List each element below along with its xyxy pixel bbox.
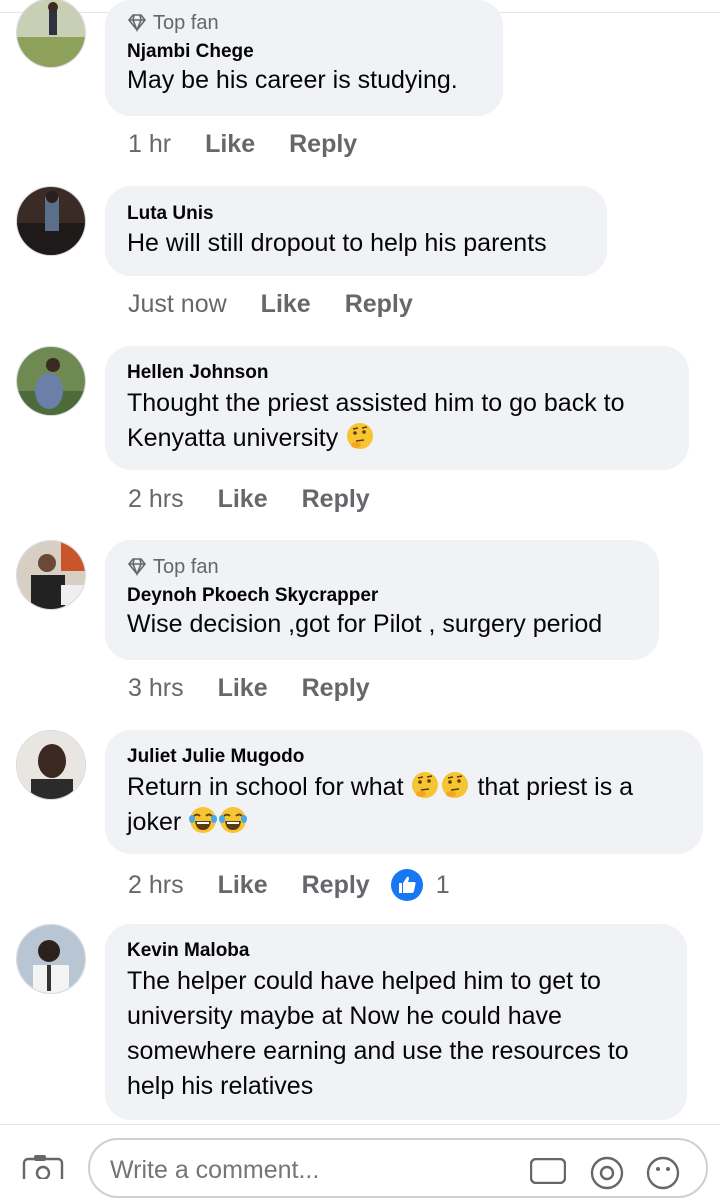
top-fan-badge: Top fan	[127, 556, 637, 578]
laughing-tears-icon	[219, 807, 248, 833]
like-button[interactable]: Like	[218, 871, 268, 900]
comment-text: May be his career is studying.	[127, 66, 458, 94]
diamond-icon	[127, 558, 147, 576]
gif-icon[interactable]	[530, 1158, 566, 1184]
comment-text: The helper could have helped him to get …	[127, 964, 665, 1104]
reply-button[interactable]: Reply	[302, 485, 370, 514]
comment-actions: 1 hr Like Reply	[128, 130, 391, 159]
comment-text-line: The helper could have helped him to get …	[127, 967, 601, 995]
comment-bubble: Top fan Deynoh Pkoech Skycrapper Wise de…	[105, 540, 659, 660]
comment-timestamp[interactable]: 1 hr	[128, 130, 171, 159]
comment-timestamp[interactable]: 3 hrs	[128, 674, 184, 703]
comment-text-line: somewhere earning and use the resources …	[127, 1037, 629, 1065]
reply-button[interactable]: Reply	[302, 674, 370, 703]
comment-bubble: Hellen Johnson Thought the priest assist…	[105, 346, 689, 470]
comment-author[interactable]: Njambi Chege	[127, 40, 481, 64]
comment-author[interactable]: Luta Unis	[127, 202, 585, 226]
like-button[interactable]: Like	[205, 130, 255, 159]
comment-text-line: Thought the priest assisted him to go ba…	[127, 389, 625, 417]
comment-text-line: university maybe at Now he could have	[127, 1002, 562, 1030]
reaction-count: 1	[435, 870, 450, 899]
badge-label: Top fan	[153, 11, 219, 34]
like-button[interactable]: Like	[261, 290, 311, 319]
comment-timestamp[interactable]: 2 hrs	[128, 871, 184, 900]
comment-actions: 2 hrs Like Reply	[128, 485, 404, 514]
sticker-icon[interactable]	[590, 1156, 624, 1190]
comment-text-line: help his relatives	[127, 1072, 314, 1100]
comment-text: He will still dropout to help his parent…	[127, 229, 547, 257]
comment-author[interactable]: Kevin Maloba	[127, 939, 665, 963]
thinking-face-icon	[442, 772, 469, 798]
avatar[interactable]	[16, 346, 86, 416]
comment-text-line: Return in school for what	[127, 773, 404, 801]
diamond-icon	[127, 14, 147, 32]
comment-actions: Just now Like Reply	[128, 290, 447, 319]
comment-bubble: Kevin Maloba The helper could have helpe…	[105, 924, 687, 1120]
reaction-summary[interactable]: 1	[390, 868, 450, 902]
laughing-tears-icon	[189, 807, 218, 833]
comment-text-line: Kenyatta university	[127, 424, 339, 452]
comment-author[interactable]: Deynoh Pkoech Skycrapper	[127, 584, 637, 608]
camera-icon[interactable]	[22, 1155, 66, 1179]
reply-button[interactable]: Reply	[345, 290, 413, 319]
comment-text-line: that priest is a	[477, 773, 634, 801]
reply-button[interactable]: Reply	[302, 871, 370, 900]
like-reaction-icon	[390, 869, 423, 901]
comment-text: Return in school for what that priest is…	[127, 770, 681, 840]
comment-timestamp[interactable]: Just now	[128, 290, 227, 319]
comment-text: Wise decision ,got for Pilot , surgery p…	[127, 610, 603, 638]
reply-button[interactable]: Reply	[289, 130, 357, 159]
like-button[interactable]: Like	[218, 674, 268, 703]
comment-bubble: Luta Unis He will still dropout to help …	[105, 186, 607, 276]
thinking-face-icon	[347, 423, 374, 449]
comment-input[interactable]	[108, 1154, 532, 1186]
comment-composer[interactable]	[88, 1138, 708, 1198]
avatar[interactable]	[16, 730, 86, 800]
thinking-face-icon	[412, 772, 439, 798]
top-fan-badge: Top fan	[127, 12, 481, 34]
comment-author[interactable]: Juliet Julie Mugodo	[127, 745, 681, 769]
badge-label: Top fan	[153, 555, 219, 578]
avatar[interactable]	[16, 540, 86, 610]
comment-text-line: joker	[127, 808, 182, 836]
avatar[interactable]	[16, 186, 86, 256]
emoji-icon[interactable]	[646, 1156, 680, 1190]
comment-actions: 2 hrs Like Reply 1	[128, 868, 450, 902]
comment-bubble: Top fan Njambi Chege May be his career i…	[105, 0, 503, 116]
comment-actions: 3 hrs Like Reply	[128, 674, 404, 703]
avatar[interactable]	[16, 924, 86, 994]
comment-author[interactable]: Hellen Johnson	[127, 361, 667, 385]
comment-bubble: Juliet Julie Mugodo Return in school for…	[105, 730, 703, 854]
comment-text: Thought the priest assisted him to go ba…	[127, 386, 667, 456]
avatar[interactable]	[16, 0, 86, 68]
comment-timestamp[interactable]: 2 hrs	[128, 485, 184, 514]
like-button[interactable]: Like	[218, 485, 268, 514]
